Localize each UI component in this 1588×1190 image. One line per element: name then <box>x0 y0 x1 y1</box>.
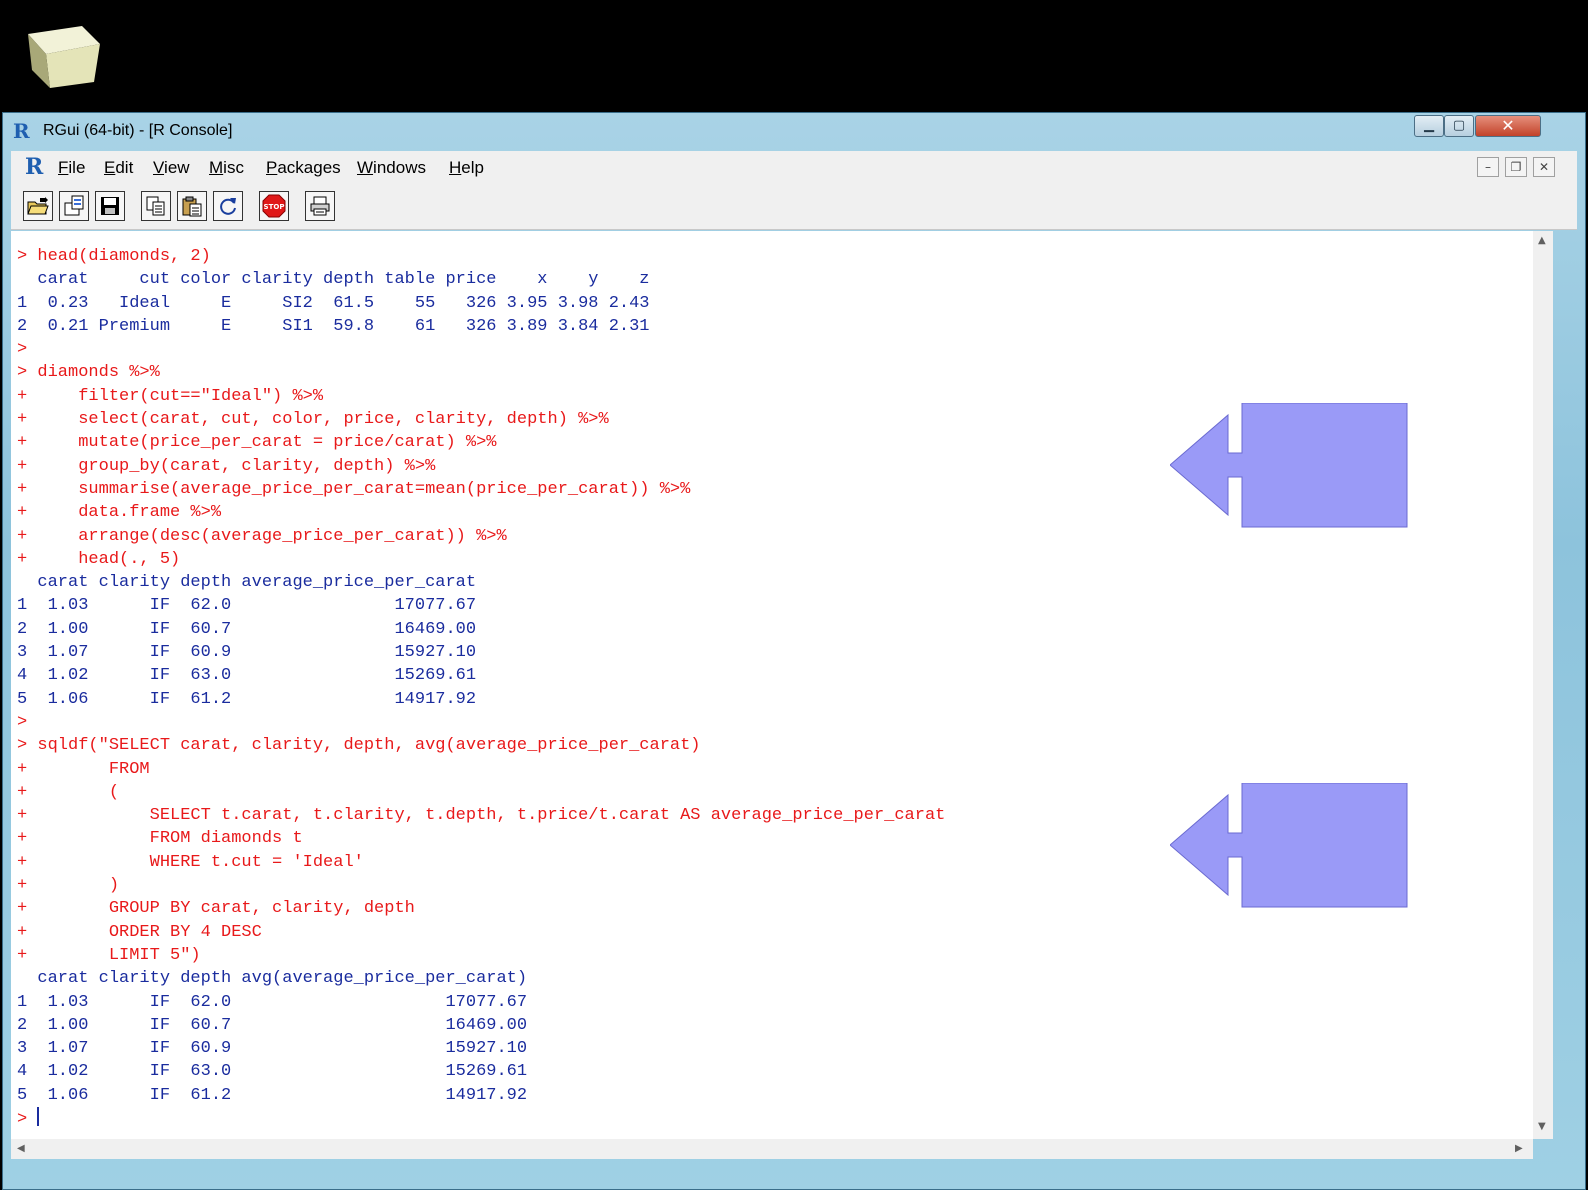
console-output-line: 5 1.06 IF 61.2 14917.92 <box>17 689 477 709</box>
console-input-line: + head(., 5) <box>17 549 181 569</box>
console-input-line: + ORDER BY 4 DESC <box>17 922 262 942</box>
console-output-line: 1 1.03 IF 62.0 17077.67 <box>17 992 528 1012</box>
console-output: > head(diamonds, 2) carat cut color clar… <box>17 245 945 1131</box>
console-input-line: + select(carat, cut, color, price, clari… <box>17 410 609 430</box>
paste-icon <box>182 196 202 217</box>
mdi-restore-button[interactable]: ❐ <box>1505 157 1527 177</box>
console-input-line: > sqldf("SELECT carat, clarity, depth, a… <box>17 736 701 756</box>
stop-button[interactable]: STOP <box>259 191 289 221</box>
console-prompt: > <box>17 1109 38 1129</box>
menu-windows[interactable]: Windows <box>357 158 426 178</box>
console-input-line: + GROUP BY carat, clarity, depth <box>17 899 415 919</box>
console-input-line: > head(diamonds, 2) <box>17 247 211 266</box>
console-output-line: 1 0.23 Ideal E SI2 61.5 55 326 3.95 3.98… <box>17 293 650 313</box>
menu-file[interactable]: File <box>58 158 85 178</box>
console-input-line: + WHERE t.cut = 'Ideal' <box>17 852 364 872</box>
text-cursor <box>37 1106 40 1126</box>
console-input-line: + FROM <box>17 759 150 779</box>
copy-paste-button[interactable] <box>213 191 243 221</box>
menu-help[interactable]: Help <box>449 158 484 178</box>
maximize-button[interactable]: ▢ <box>1444 115 1474 137</box>
stop-icon: STOP <box>262 194 286 218</box>
scroll-right-arrow-icon[interactable]: ▶ <box>1515 1143 1523 1154</box>
console-input-line: > <box>17 340 28 360</box>
console-output-line: 3 1.07 IF 60.9 15927.10 <box>17 643 477 663</box>
open-folder-icon <box>27 197 49 215</box>
console-output-line: 2 0.21 Premium E SI1 59.8 61 326 3.89 3.… <box>17 316 650 336</box>
copy-icon <box>146 196 165 216</box>
window-title: RGui (64-bit) - [R Console] <box>43 122 233 139</box>
toolbar: STOP <box>11 183 1577 230</box>
refresh-icon <box>220 198 236 215</box>
console-input-line: + filter(cut=="Ideal") %>% <box>17 386 324 406</box>
console-input-line: > diamonds %>% <box>17 363 160 383</box>
mdi-close-button[interactable]: ✕ <box>1533 157 1555 177</box>
menu-misc[interactable]: Misc <box>209 158 244 178</box>
title-bar[interactable]: R RGui (64-bit) - [R Console] ▁ ▢ ✕ <box>3 113 1585 147</box>
callout-arrow-sqldf <box>1170 783 1408 908</box>
console-output-line: 5 1.06 IF 61.2 14917.92 <box>17 1085 528 1105</box>
copy-button[interactable] <box>141 191 171 221</box>
print-icon <box>310 196 330 216</box>
console-input-line: + SELECT t.carat, t.clarity, t.depth, t.… <box>17 806 946 826</box>
save-icon <box>101 197 119 215</box>
console-output-line: 4 1.02 IF 63.0 15269.61 <box>17 1062 528 1082</box>
menu-edit[interactable]: Edit <box>104 158 133 178</box>
minimize-button[interactable]: ▁ <box>1414 115 1444 137</box>
console-output-line: carat clarity depth average_price_per_ca… <box>17 573 477 593</box>
vertical-scrollbar[interactable]: ▲ ▼ <box>1533 231 1553 1139</box>
console-input-line: + FROM diamonds t <box>17 829 303 849</box>
load-workspace-button[interactable] <box>59 191 89 221</box>
console-input-line: + summarise(average_price_per_carat=mean… <box>17 479 691 499</box>
console-input-line: + arrange(desc(average_price_per_carat))… <box>17 526 507 546</box>
console-input-line: > <box>17 712 28 732</box>
console-input-line: + ) <box>17 876 120 896</box>
r-logo-icon: R <box>25 154 44 180</box>
console-input-line: + group_by(carat, clarity, depth) %>% <box>17 456 436 476</box>
scroll-down-arrow-icon[interactable]: ▼ <box>1538 1121 1546 1132</box>
console-output-line: carat clarity depth avg(average_price_pe… <box>17 969 528 989</box>
rgui-window: R RGui (64-bit) - [R Console] ▁ ▢ ✕ R Fi… <box>2 112 1586 1190</box>
console-output-line: 3 1.07 IF 60.9 15927.10 <box>17 1039 528 1059</box>
console-input-line: + mutate(price_per_carat = price/carat) … <box>17 433 497 453</box>
save-workspace-button[interactable] <box>95 191 125 221</box>
print-button[interactable] <box>305 191 335 221</box>
console-input-line: + data.frame %>% <box>17 503 222 523</box>
r-logo-icon: R <box>13 119 30 143</box>
mdi-minimize-button[interactable]: – <box>1477 157 1499 177</box>
console-output-line: 4 1.02 IF 63.0 15269.61 <box>17 666 477 686</box>
console-output-line: 2 1.00 IF 60.7 16469.00 <box>17 1015 528 1035</box>
r-console[interactable]: > head(diamonds, 2) carat cut color clar… <box>11 231 1533 1139</box>
menu-bar: R File Edit View Misc Packages Windows H… <box>11 151 1577 183</box>
close-button[interactable]: ✕ <box>1475 115 1541 137</box>
svg-text:STOP: STOP <box>264 203 285 211</box>
cube-icon <box>28 26 100 88</box>
menu-packages[interactable]: Packages <box>266 158 341 178</box>
scroll-left-arrow-icon[interactable]: ◀ <box>17 1143 25 1154</box>
horizontal-scrollbar[interactable]: ◀ ▶ <box>11 1139 1533 1159</box>
open-script-button[interactable] <box>23 191 53 221</box>
paste-button[interactable] <box>177 191 207 221</box>
load-workspace-icon <box>64 195 84 216</box>
callout-arrow-dplyr <box>1170 403 1408 528</box>
console-input-line: + ( <box>17 782 120 802</box>
scroll-up-arrow-icon[interactable]: ▲ <box>1538 235 1546 246</box>
console-output-line: 2 1.00 IF 60.7 16469.00 <box>17 619 477 639</box>
console-output-line: carat cut color clarity depth table pric… <box>17 270 650 290</box>
console-output-line: 1 1.03 IF 62.0 17077.67 <box>17 596 477 616</box>
menu-view[interactable]: View <box>153 158 190 178</box>
console-input-line: + LIMIT 5") <box>17 945 201 965</box>
